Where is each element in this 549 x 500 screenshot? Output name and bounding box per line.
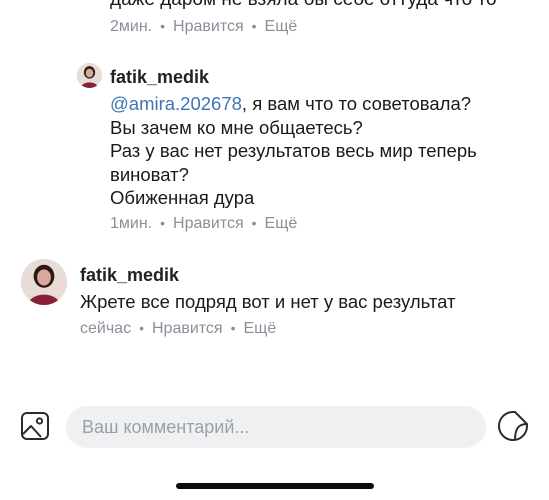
comment-time: сейчас bbox=[80, 320, 132, 337]
comment-meta: 2мин. • Нравится • Ещё bbox=[110, 16, 297, 37]
like-button[interactable]: Нравится bbox=[152, 319, 223, 339]
comment-text-line: Раз у вас нет результатов весь мир тепер… bbox=[110, 140, 477, 161]
separator-dot: • bbox=[230, 320, 236, 336]
comment-text: Жрете все подряд вот и нет у вас результ… bbox=[80, 291, 456, 312]
separator-dot: • bbox=[139, 320, 144, 336]
separator-dot: • bbox=[251, 18, 257, 34]
comment-meta: сейчас • Нравится • Ещё bbox=[80, 318, 276, 339]
comment-input-wrapper bbox=[66, 406, 486, 448]
more-button[interactable]: Ещё bbox=[244, 319, 277, 339]
image-icon[interactable] bbox=[20, 411, 50, 441]
separator-dot: • bbox=[160, 215, 166, 231]
avatar[interactable] bbox=[77, 63, 102, 88]
like-button[interactable]: Нравится bbox=[173, 17, 244, 37]
avatar-photo-icon bbox=[77, 63, 102, 88]
comment-text-line: Вы зачем ко мне общаетесь? bbox=[110, 116, 363, 138]
comment-time: 2мин. bbox=[110, 18, 153, 35]
comment-text-partial: даже даром не взяла бы себе оттуда что т… bbox=[110, 0, 497, 12]
separator-dot: • bbox=[251, 215, 257, 231]
comment-username[interactable]: fatik_medik bbox=[80, 264, 179, 286]
comment-username[interactable]: fatik_medik bbox=[110, 66, 209, 88]
comment-text-line: Обиженная дура bbox=[110, 187, 255, 208]
comment-meta: 1мин. • Нравится • Ещё bbox=[110, 213, 297, 234]
mention-link[interactable]: @amira.202678 bbox=[110, 93, 242, 114]
like-button[interactable]: Нравится bbox=[173, 214, 244, 234]
separator-dot: • bbox=[160, 18, 166, 34]
comment-time: 1мин. bbox=[110, 215, 153, 232]
comment-composer bbox=[0, 400, 549, 456]
comment-text-line: @amira.202678, я вам что то советовала? bbox=[110, 92, 471, 115]
more-button[interactable]: Ещё bbox=[265, 214, 298, 234]
home-indicator bbox=[176, 483, 374, 489]
avatar[interactable] bbox=[21, 259, 67, 305]
avatar-photo-icon bbox=[21, 259, 67, 305]
sticker-icon[interactable] bbox=[497, 410, 529, 442]
comment-text-line: виноват? bbox=[110, 163, 189, 185]
comment-input[interactable] bbox=[82, 406, 472, 448]
more-button[interactable]: Ещё bbox=[265, 17, 298, 37]
comment-text: , я вам что то советовала? bbox=[241, 93, 472, 114]
